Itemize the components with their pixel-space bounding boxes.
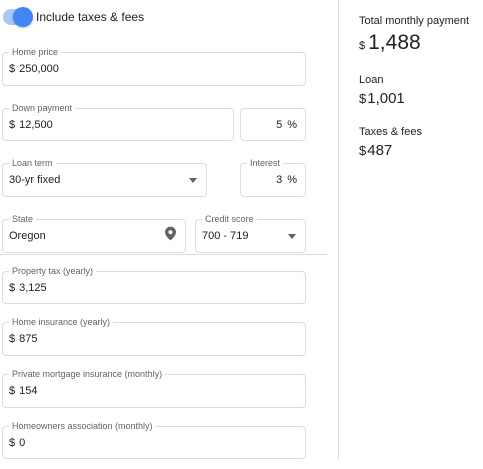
- mortgage-calculator: Include taxes & fees Home price $250,000…: [0, 0, 483, 469]
- currency-symbol: $: [359, 143, 367, 158]
- currency-symbol: $: [359, 40, 366, 52]
- credit-score-label: Credit score: [202, 214, 257, 225]
- loan-summary: Loan $1,001: [359, 74, 405, 107]
- property-tax-field[interactable]: Property tax (yearly) $3,125: [2, 266, 306, 304]
- loan-term-select[interactable]: Loan term 30-yr fixed: [2, 158, 207, 197]
- pmi-value[interactable]: $154: [9, 385, 299, 397]
- panel-divider: [338, 0, 339, 459]
- toggle-label: Include taxes & fees: [36, 10, 145, 24]
- down-payment-amount[interactable]: 12,500: [19, 119, 53, 131]
- state-value[interactable]: Oregon: [9, 230, 179, 242]
- pmi-amount[interactable]: 154: [19, 385, 37, 397]
- interest-label: Interest: [247, 158, 284, 169]
- currency-symbol: $: [9, 63, 16, 75]
- hoa-field[interactable]: Homeowners association (monthly) $0: [2, 421, 306, 459]
- pmi-label: Private mortgage insurance (monthly): [9, 369, 166, 380]
- total-value: 1,488: [368, 31, 421, 54]
- taxes-value: 487: [367, 142, 393, 159]
- interest-value[interactable]: 3%: [247, 174, 297, 186]
- hoa-amount[interactable]: 0: [19, 437, 25, 449]
- toggle-track[interactable]: [3, 7, 33, 27]
- home-insurance-value[interactable]: $875: [9, 333, 299, 345]
- interest-field[interactable]: Interest 3%: [240, 158, 306, 197]
- currency-symbol: $: [9, 333, 16, 345]
- home-price-amount[interactable]: 250,000: [19, 63, 59, 75]
- home-price-field[interactable]: Home price $250,000: [2, 47, 306, 86]
- currency-symbol: $: [359, 91, 367, 106]
- percent-symbol: %: [287, 118, 297, 131]
- state-field[interactable]: State Oregon: [2, 214, 186, 253]
- chevron-down-icon[interactable]: [288, 234, 296, 239]
- total-label: Total monthly payment: [359, 15, 470, 27]
- home-insurance-field[interactable]: Home insurance (yearly) $875: [2, 317, 306, 356]
- hoa-value[interactable]: $0: [9, 437, 299, 449]
- total-amount: $1,488: [359, 31, 469, 55]
- loan-amount: $1,001: [359, 90, 405, 107]
- down-payment-percent-value[interactable]: 5%: [247, 119, 297, 131]
- taxes-fees-summary: Taxes & fees $487: [359, 126, 422, 159]
- credit-score-value[interactable]: 700 - 719: [202, 230, 299, 242]
- state-label: State: [9, 214, 37, 225]
- loan-value: 1,001: [367, 90, 405, 107]
- home-insurance-amount[interactable]: 875: [19, 333, 37, 345]
- interest-amount[interactable]: 3: [276, 174, 282, 186]
- pmi-field[interactable]: Private mortgage insurance (monthly) $15…: [2, 369, 306, 408]
- location-pin-icon[interactable]: [165, 226, 176, 246]
- total-monthly-payment: Total monthly payment $1,488: [359, 15, 469, 55]
- property-tax-value[interactable]: $3,125: [9, 282, 299, 294]
- property-tax-amount[interactable]: 3,125: [19, 282, 47, 294]
- section-divider: [0, 254, 327, 255]
- taxes-amount: $487: [359, 142, 422, 159]
- currency-symbol: $: [9, 118, 16, 131]
- home-price-value[interactable]: $250,000: [9, 63, 299, 75]
- currency-symbol: $: [9, 281, 16, 294]
- down-payment-percent-field[interactable]: 5%: [240, 108, 306, 141]
- property-tax-label: Property tax (yearly): [9, 266, 97, 277]
- percent-symbol: %: [287, 174, 297, 186]
- home-price-label: Home price: [9, 47, 62, 58]
- toggle-knob[interactable]: [13, 7, 33, 27]
- down-payment-value[interactable]: $12,500: [9, 119, 227, 131]
- include-taxes-toggle[interactable]: Include taxes & fees: [3, 7, 145, 27]
- chevron-down-icon[interactable]: [189, 178, 197, 183]
- taxes-label: Taxes & fees: [359, 126, 422, 138]
- loan-term-label: Loan term: [9, 158, 56, 169]
- currency-symbol: $: [9, 385, 16, 397]
- down-payment-field[interactable]: Down payment $12,500: [2, 103, 234, 141]
- home-insurance-label: Home insurance (yearly): [9, 317, 114, 328]
- down-payment-percent-amount[interactable]: 5: [276, 119, 282, 131]
- loan-label: Loan: [359, 74, 384, 86]
- credit-score-select[interactable]: Credit score 700 - 719: [195, 214, 306, 253]
- down-payment-label: Down payment: [9, 103, 76, 114]
- loan-term-value[interactable]: 30-yr fixed: [9, 174, 200, 186]
- hoa-label: Homeowners association (monthly): [9, 421, 156, 432]
- currency-symbol: $: [9, 436, 16, 449]
